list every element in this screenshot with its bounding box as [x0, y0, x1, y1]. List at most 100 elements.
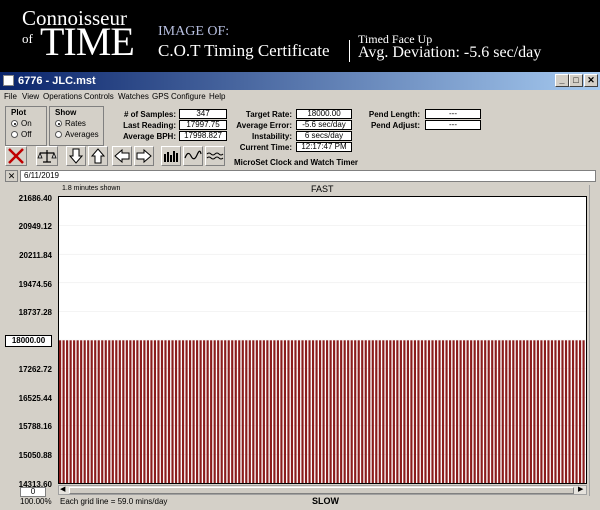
rate-bar: [227, 340, 230, 483]
y-tick-label: 15788.16: [18, 422, 52, 431]
rate-bar: [441, 340, 445, 483]
banner-divider: [349, 40, 350, 62]
move-up-button[interactable]: [88, 146, 108, 166]
rate-bar: [136, 340, 139, 483]
maximize-button[interactable]: □: [569, 74, 583, 87]
menu-view[interactable]: View: [22, 92, 39, 101]
window-titlebar[interactable]: 6776 - JLC.mst _ □ ✕: [0, 72, 600, 90]
show-group: Show Rates Averages: [49, 106, 104, 146]
rate-bar: [301, 340, 304, 483]
menu-gps[interactable]: GPS: [152, 92, 169, 101]
rate-bar: [252, 340, 255, 483]
minimize-button[interactable]: _: [555, 74, 569, 87]
flat-wave-button[interactable]: [205, 146, 225, 166]
move-left-button[interactable]: [112, 146, 132, 166]
rate-bar: [424, 340, 427, 483]
menu-file[interactable]: File: [4, 92, 17, 101]
rate-bar: [273, 340, 276, 483]
close-button[interactable]: ✕: [584, 74, 598, 87]
rate-bar: [185, 340, 188, 483]
show-averages-radio[interactable]: Averages: [55, 130, 99, 139]
rate-bar: [318, 340, 322, 483]
rate-bar: [347, 340, 350, 483]
rate-bar: [231, 340, 234, 483]
rate-bar: [129, 340, 132, 483]
plot-off-radio[interactable]: Off: [11, 130, 32, 139]
rate-bar: [547, 340, 550, 483]
rate-bar: [389, 340, 392, 483]
avg-deviation: Avg. Deviation: -5.6 sec/day: [358, 44, 542, 61]
rate-bar: [487, 340, 490, 483]
rate-bar: [206, 340, 209, 483]
rate-bar: [62, 340, 65, 483]
instability-field: 6 secs/day: [296, 131, 352, 141]
scroll-value-field: 0: [20, 487, 46, 497]
rate-bar: [266, 340, 269, 483]
show-rates-radio[interactable]: Rates: [55, 119, 86, 128]
scroll-thumb[interactable]: [69, 487, 574, 494]
rate-bar: [575, 340, 578, 483]
rate-bar: [104, 340, 107, 483]
rate-bar: [255, 340, 258, 483]
rate-bar: [456, 340, 459, 483]
rate-bar: [80, 340, 83, 483]
scroll-right-arrow[interactable]: ▶: [578, 486, 583, 494]
rate-bar: [494, 340, 497, 483]
menu-operations[interactable]: Operations: [43, 92, 82, 101]
target-rate-field[interactable]: 18000.00: [296, 109, 352, 119]
move-down-button[interactable]: [66, 146, 86, 166]
rate-bar: [413, 340, 417, 483]
rate-bar: [188, 340, 192, 483]
move-right-button[interactable]: [134, 146, 154, 166]
rate-bar: [69, 340, 72, 483]
rate-bar: [287, 340, 290, 483]
rate-bar: [519, 340, 522, 483]
fast-label: FAST: [311, 184, 334, 194]
balance-button[interactable]: [36, 146, 58, 166]
vertical-scrollbar[interactable]: [589, 185, 597, 496]
menu-configure[interactable]: Configure: [171, 92, 206, 101]
rate-bar: [378, 340, 381, 483]
menu-controls[interactable]: Controls: [84, 92, 114, 101]
image-of-label: IMAGE OF:: [158, 24, 230, 39]
rate-bar: [417, 340, 420, 483]
rate-bar: [463, 340, 466, 483]
certificate-title: C.O.T Timing Certificate: [158, 41, 330, 60]
date-clear-button[interactable]: ✕: [5, 170, 18, 182]
scroll-left-arrow[interactable]: ◀: [60, 486, 65, 494]
rate-bar: [315, 340, 318, 483]
rate-bar: [143, 340, 146, 483]
horizontal-scrollbar[interactable]: ◀ ▶: [58, 485, 587, 495]
rate-bar: [354, 340, 357, 483]
menu-help[interactable]: Help: [209, 92, 225, 101]
rate-bar: [561, 340, 564, 483]
rate-bar: [164, 340, 167, 483]
balance-scale-icon: [37, 150, 57, 163]
wave-graph-button[interactable]: [183, 146, 203, 166]
rate-bar: [505, 340, 508, 483]
date-field[interactable]: 6/11/2019: [20, 170, 596, 182]
rate-bar: [224, 340, 227, 483]
arrow-right-icon: [136, 148, 152, 164]
rate-bar: [536, 340, 539, 483]
rate-bar: [87, 340, 90, 483]
show-rates-label: Rates: [65, 119, 86, 128]
rate-bar: [83, 340, 86, 483]
y-tick-label: 19474.56: [18, 280, 52, 289]
rate-bar: [498, 340, 501, 483]
bar-graph-button[interactable]: [161, 146, 181, 166]
rate-bar: [157, 340, 160, 483]
menu-watches[interactable]: Watches: [118, 92, 149, 101]
rate-bar: [125, 340, 128, 483]
plot-on-radio[interactable]: On: [11, 119, 32, 128]
samples-label: # of Samples:: [123, 110, 176, 119]
clear-button[interactable]: [5, 146, 27, 166]
microset-label: MicroSet Clock and Watch Timer: [234, 158, 359, 167]
y-tick-label: 18737.28: [18, 308, 52, 317]
window-title: 6776 - JLC.mst: [18, 75, 96, 87]
rate-bar: [571, 340, 575, 483]
rate-bar: [466, 340, 469, 483]
rate-plot-area[interactable]: [58, 196, 587, 484]
rate-bar: [522, 340, 525, 483]
rate-bar: [382, 340, 385, 483]
